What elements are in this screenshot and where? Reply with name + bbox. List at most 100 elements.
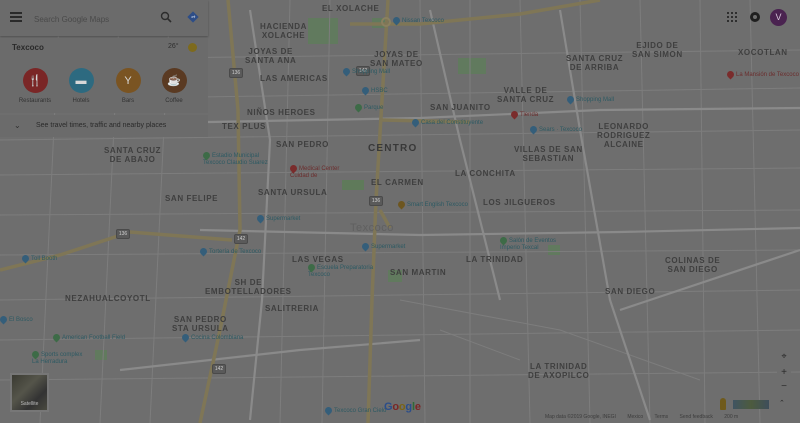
pin-icon — [725, 69, 736, 80]
google-logo: Google — [384, 401, 421, 413]
send-feedback-link[interactable]: Send feedback — [680, 414, 713, 420]
pin-icon — [391, 15, 402, 26]
pin-icon — [509, 109, 520, 120]
poi-marker[interactable]: HSBC — [360, 85, 388, 96]
poi-marker[interactable]: Toll Booth — [20, 253, 57, 264]
search-box — [0, 0, 208, 36]
category-coffee[interactable]: ☕ Coffee — [150, 68, 198, 104]
pin-icon — [528, 124, 539, 135]
poi-marker[interactable]: Supermarket — [360, 241, 405, 252]
zoom-out-button[interactable]: − — [777, 381, 791, 395]
category-label: Restaurants — [18, 98, 52, 104]
pin-icon — [306, 262, 317, 273]
road-shield: 142 — [212, 364, 226, 374]
zoom-in-button[interactable]: + — [777, 366, 791, 380]
neighborhood-label: EJIDO DE SAN SIMON — [632, 41, 683, 59]
park-area — [458, 58, 486, 74]
poi-marker[interactable]: Sports complex La Herradura — [30, 349, 82, 366]
poi-marker[interactable]: Tortería de Texcoco — [198, 246, 261, 257]
park-area — [342, 180, 364, 190]
pin-icon — [0, 314, 9, 325]
poi-marker[interactable]: Salón de Eventos Imperio Texcal — [498, 235, 556, 252]
travel-times-button[interactable]: ⌄ See travel times, traffic and nearby p… — [0, 115, 208, 137]
poi-marker[interactable]: Escuela Preparatoria Texcoco — [306, 262, 373, 279]
city-name[interactable]: Texcoco — [12, 43, 44, 52]
cocktail-icon: Y — [115, 68, 141, 93]
pin-icon — [255, 213, 266, 224]
poi-marker[interactable]: Supermarket — [255, 213, 300, 224]
neighborhood-label: EL XOLACHE — [322, 4, 380, 13]
terms-link[interactable]: Terms — [655, 414, 669, 420]
search-input[interactable] — [32, 10, 156, 28]
poi-marker[interactable]: Smart English Texcoco — [396, 199, 468, 210]
neighborhood-label: SAN JUANITO — [430, 103, 491, 112]
neighborhood-label: LA TRINIDAD DE AXOPILCO — [528, 362, 590, 380]
poi-marker[interactable]: Tienda — [509, 109, 538, 120]
neighborhood-label: SAN MARTIN — [390, 268, 447, 277]
category-hotels[interactable]: ▬ Hotels — [57, 68, 105, 104]
road-shield: 142 — [234, 234, 248, 244]
poi-marker[interactable]: La Mansión de Texcoco — [725, 69, 799, 80]
poi-marker[interactable]: Medical Center Cuidad de — [288, 163, 339, 180]
region-link[interactable]: Mexico — [627, 414, 643, 420]
scale-bar[interactable]: 200 m — [724, 414, 738, 420]
poi-marker[interactable]: Shopping Mall — [565, 94, 614, 105]
road-shield: 136 — [116, 229, 130, 239]
directions-icon[interactable] — [187, 11, 199, 23]
expand-icon[interactable]: ⌃ — [779, 399, 785, 407]
notifications-icon[interactable] — [750, 12, 760, 22]
travel-times-label: See travel times, traffic and nearby pla… — [36, 122, 167, 129]
pin-icon — [201, 150, 212, 161]
pin-icon — [498, 235, 509, 246]
chevron-down-icon: ⌄ — [14, 121, 21, 130]
place-card: Texcoco 26° 🍴 Restaurants ▬ Hotels Y Bar… — [0, 38, 208, 113]
apps-grid-icon[interactable] — [727, 12, 737, 22]
poi-marker[interactable]: Sears · Texcoco — [528, 124, 582, 135]
pin-icon — [360, 85, 371, 96]
neighborhood-label: VILLAS DE SAN SEBASTIAN — [514, 145, 583, 163]
pin-icon — [198, 246, 209, 257]
poi-marker[interactable]: Casa del Constituyente — [410, 117, 483, 128]
neighborhood-label: SAN PEDRO STA URSULA — [172, 315, 229, 333]
satellite-layer-toggle[interactable]: Satellite — [10, 373, 49, 412]
layer-label: Satellite — [20, 401, 39, 407]
poi-marker[interactable]: Nissan Texcoco — [391, 15, 444, 26]
my-location-button[interactable]: ⌖ — [777, 350, 791, 364]
poi-marker[interactable]: Parque — [353, 102, 383, 113]
park-area — [95, 350, 107, 360]
poi-marker[interactable]: Shopping Mall — [341, 66, 390, 77]
pin-icon — [410, 117, 421, 128]
category-label: Coffee — [165, 98, 183, 104]
poi-marker[interactable]: Estadio Municipal Texcoco Claudio Suarez — [201, 150, 268, 167]
fork-knife-icon: 🍴 — [22, 68, 48, 93]
search-icon[interactable] — [160, 11, 172, 23]
account-avatar[interactable]: V — [770, 9, 787, 26]
neighborhood-label: NIÑOS HEROES — [247, 108, 316, 117]
pegman-icon[interactable] — [720, 398, 726, 410]
sun-icon — [188, 43, 197, 52]
neighborhood-label: NEZAHUALCOYOTL — [65, 294, 151, 303]
hamburger-menu-icon[interactable] — [10, 12, 22, 22]
park-area — [308, 18, 338, 44]
category-bars[interactable]: Y Bars — [104, 68, 152, 104]
neighborhood-label: HACIENDA XOLACHE — [260, 22, 308, 40]
pin-icon — [341, 66, 352, 77]
neighborhood-label: SANTA CRUZ DE ARRIBA — [566, 54, 624, 72]
map-footer: Map data ©2019 Google, INEGI Mexico Term… — [545, 414, 748, 420]
coffee-cup-icon: ☕ — [161, 68, 187, 93]
neighborhood-label: LAS AMERICAS — [260, 74, 328, 83]
imagery-strip[interactable] — [733, 400, 769, 409]
poi-marker[interactable]: Cocina Colombiana — [180, 332, 243, 343]
poi-marker[interactable]: Texcoco Gran Cielo — [323, 405, 386, 416]
pin-icon — [396, 199, 407, 210]
neighborhood-label: LA TRINIDAD — [466, 255, 524, 264]
road-shield: 136 — [229, 68, 243, 78]
poi-marker[interactable]: American Football Field — [51, 332, 125, 343]
pin-icon — [323, 405, 334, 416]
neighborhood-label: TEX PLUS — [222, 122, 266, 131]
poi-marker[interactable]: El Bosco — [0, 314, 33, 325]
pin-icon — [51, 332, 62, 343]
neighborhood-label: SAN PEDRO — [276, 140, 329, 149]
category-restaurants[interactable]: 🍴 Restaurants — [11, 68, 59, 104]
pin-icon — [360, 241, 371, 252]
